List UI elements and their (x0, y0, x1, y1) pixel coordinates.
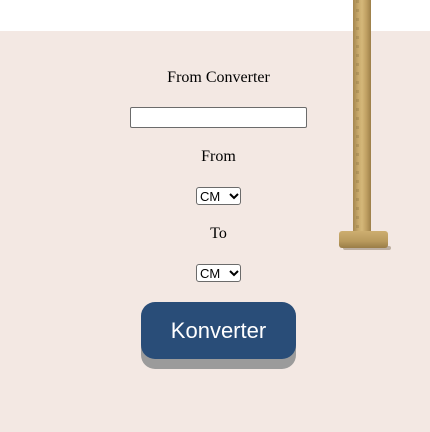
from-unit-select[interactable]: CM (196, 187, 241, 205)
wooden-pole-foot (339, 231, 388, 248)
to-unit-value: CM (200, 265, 221, 281)
page: From Converter From CM To CM Konverter (0, 0, 430, 432)
to-unit-select[interactable]: CM (196, 264, 241, 282)
chevron-down-icon (228, 265, 240, 281)
chevron-down-icon (228, 188, 240, 204)
wooden-pole-grain (356, 0, 359, 234)
convert-button[interactable]: Konverter (141, 302, 296, 359)
from-unit-value: CM (200, 188, 221, 204)
value-input[interactable] (130, 107, 307, 128)
